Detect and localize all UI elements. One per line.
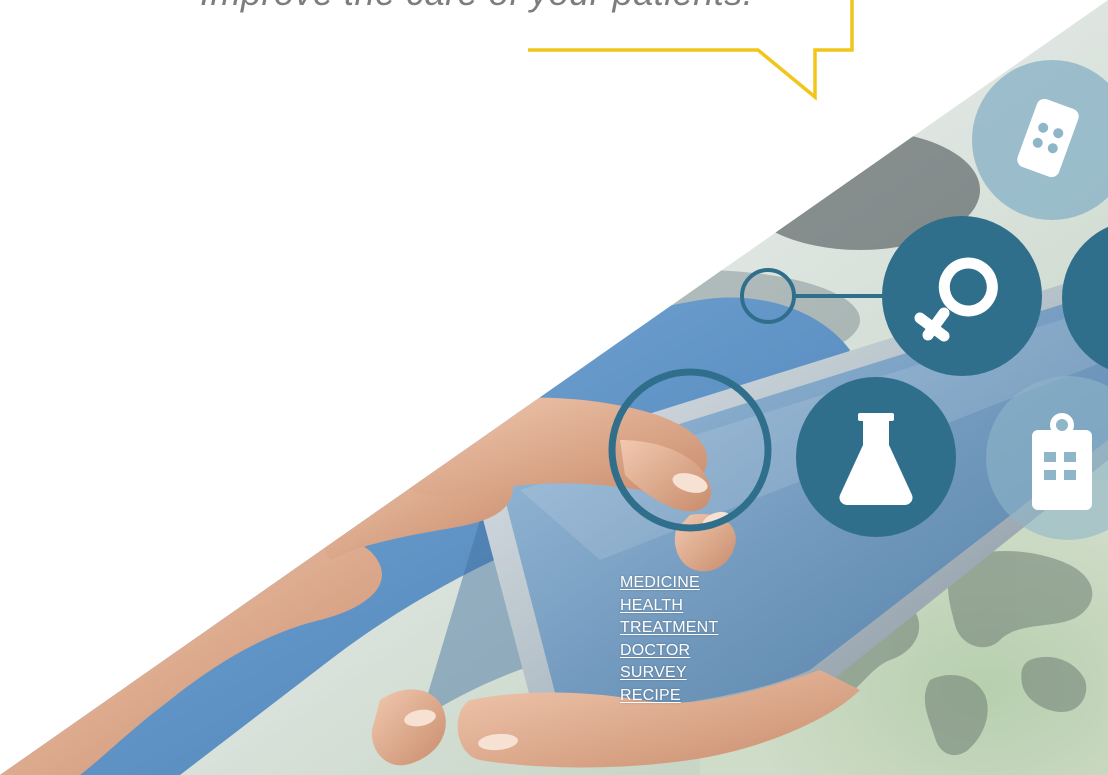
- health-word-list: MEDICINE HEALTH TREATMENT DOCTOR SURVEY …: [620, 572, 718, 707]
- hero-banner: Improve the care of your patients. MEDIC…: [0, 0, 1108, 775]
- flask-icon: [796, 377, 956, 537]
- word-survey: SURVEY: [620, 664, 687, 681]
- icon-overlay: [608, 60, 1108, 540]
- tagline-text: Improve the care of your patients.: [200, 0, 860, 14]
- clipboard-icon: [986, 376, 1108, 540]
- word-medicine: MEDICINE: [620, 574, 700, 591]
- word-recipe: RECIPE: [620, 686, 681, 704]
- word-treatment: TREATMENT: [620, 619, 719, 636]
- ring-connector-icon: [740, 268, 885, 324]
- partial-icon-circle: [1062, 226, 1108, 370]
- word-doctor: DOCTOR: [620, 641, 691, 659]
- outline-ring-icon: [608, 368, 772, 532]
- phone-icon: [972, 60, 1108, 220]
- female-icon: [882, 216, 1042, 376]
- word-health: HEALTH: [620, 596, 684, 614]
